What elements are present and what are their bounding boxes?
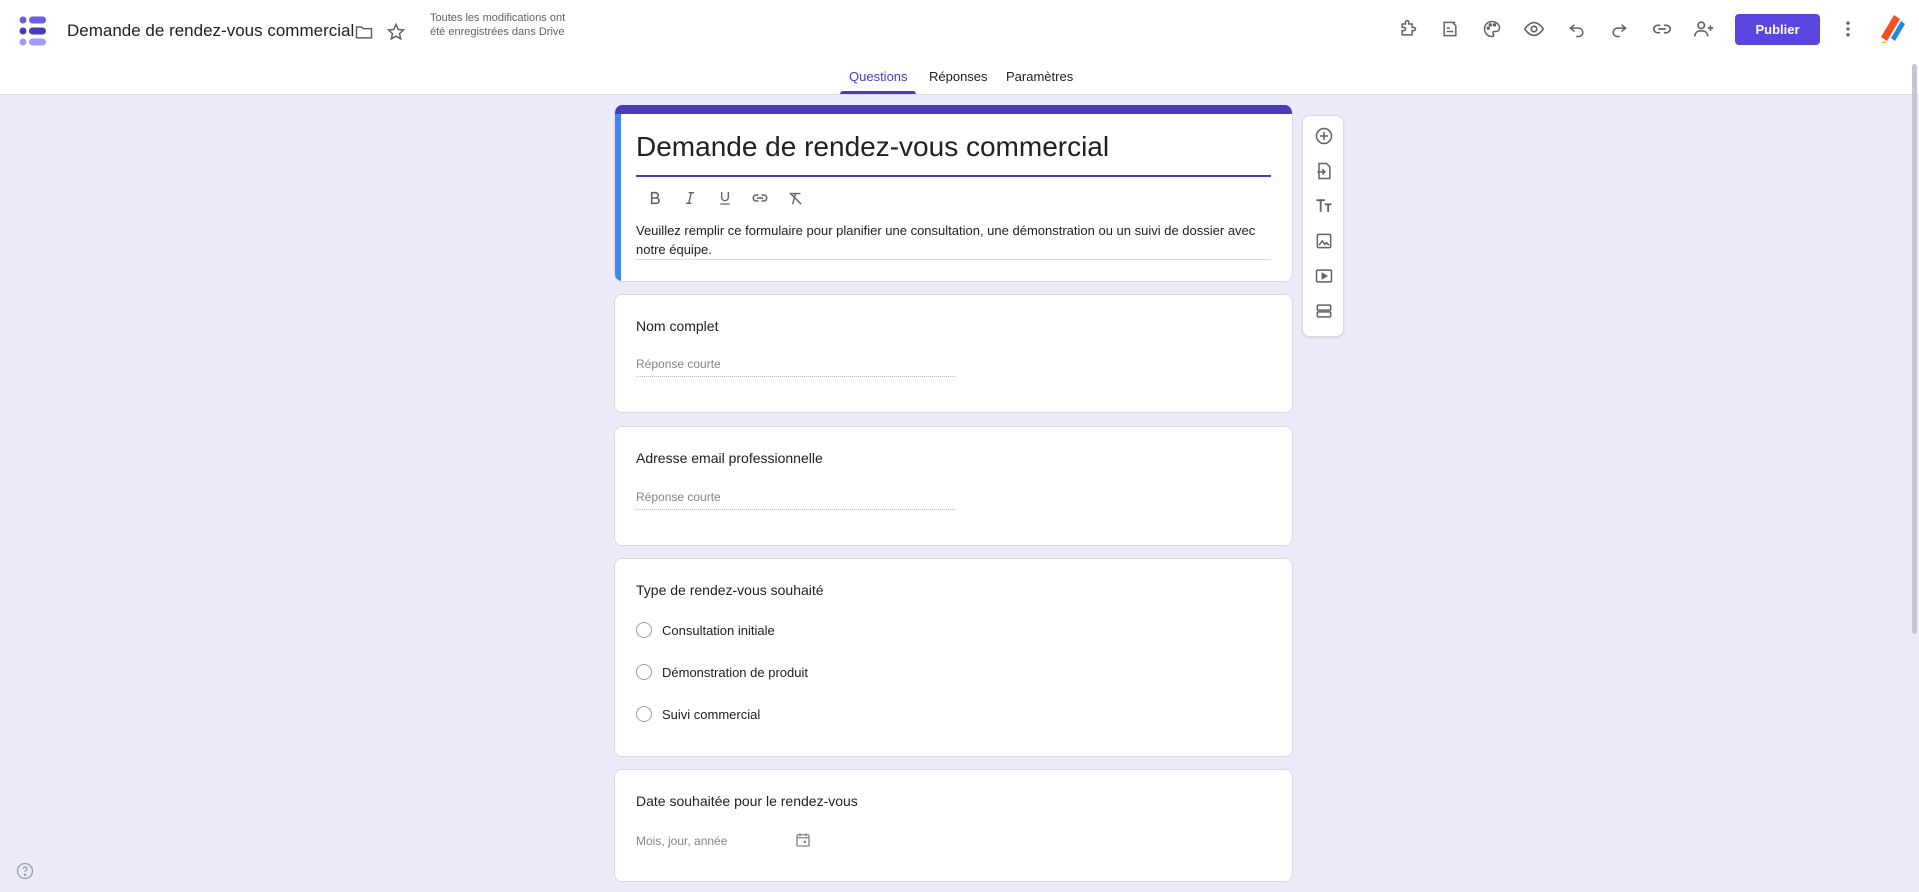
tab-settings[interactable]: Paramètres: [1006, 69, 1073, 95]
question-title[interactable]: Type de rendez-vous souhaité: [636, 582, 824, 598]
underline-icon[interactable]: [712, 185, 738, 211]
ai-summary-icon[interactable]: [1436, 15, 1464, 43]
add-question-icon[interactable]: [1310, 122, 1338, 150]
question-card[interactable]: Date souhaitée pour le rendez-vous Mois,…: [614, 769, 1293, 882]
radio-option-label: Consultation initiale: [662, 622, 775, 638]
palette-icon[interactable]: [1478, 15, 1506, 43]
italic-icon[interactable]: [677, 185, 703, 211]
bold-icon[interactable]: [642, 185, 668, 211]
radio-option[interactable]: Suivi commercial: [636, 704, 760, 724]
title-underline: [636, 175, 1271, 177]
tab-bar: Questions Réponses Paramètres: [0, 66, 1919, 95]
date-placeholder: Mois, jour, année: [636, 834, 728, 848]
preview-icon[interactable]: [1520, 15, 1548, 43]
floating-toolbar: [1302, 115, 1344, 337]
calendar-icon: [792, 829, 814, 851]
question-card[interactable]: Adresse email professionnelle Réponse co…: [614, 426, 1293, 546]
short-answer-placeholder: Réponse courte: [636, 490, 955, 510]
question-title[interactable]: Nom complet: [636, 318, 718, 334]
link-icon[interactable]: [1648, 15, 1676, 43]
more-vert-icon[interactable]: [1834, 15, 1862, 43]
help-icon[interactable]: [16, 862, 34, 880]
brand-logo[interactable]: [1878, 14, 1906, 44]
radio-option[interactable]: Démonstration de produit: [636, 662, 808, 682]
question-card[interactable]: Nom complet Réponse courte: [614, 294, 1293, 413]
folder-icon[interactable]: [350, 18, 378, 46]
card-accent-bar: [615, 105, 1292, 114]
add-collaborator-icon[interactable]: [1690, 15, 1718, 43]
add-title-icon[interactable]: [1310, 192, 1338, 220]
radio-button[interactable]: [636, 664, 652, 680]
description-underline: [636, 259, 1271, 260]
link-icon[interactable]: [747, 185, 773, 211]
clear-format-icon[interactable]: [782, 185, 808, 211]
question-title[interactable]: Adresse email professionnelle: [636, 450, 823, 466]
redo-icon[interactable]: [1605, 15, 1633, 43]
star-icon[interactable]: [382, 18, 410, 46]
document-title[interactable]: Demande de rendez-vous commercial: [67, 21, 354, 41]
save-status: Toutes les modifications ont été enregis…: [430, 12, 566, 38]
radio-button[interactable]: [636, 622, 652, 638]
active-tab-indicator: [840, 91, 916, 94]
radio-button[interactable]: [636, 706, 652, 722]
forms-app-logo[interactable]: [18, 14, 48, 48]
question-title[interactable]: Date souhaitée pour le rendez-vous: [636, 793, 858, 809]
form-title-card[interactable]: Demande de rendez-vous commercial Veuill…: [614, 105, 1293, 282]
publish-button[interactable]: Publier: [1735, 14, 1820, 45]
radio-option-label: Suivi commercial: [662, 706, 761, 722]
import-questions-icon[interactable]: [1310, 157, 1338, 185]
add-image-icon[interactable]: [1310, 227, 1338, 255]
question-card[interactable]: Type de rendez-vous souhaité Consultatio…: [614, 558, 1293, 757]
radio-option[interactable]: Consultation initiale: [636, 620, 775, 640]
add-video-icon[interactable]: [1310, 262, 1338, 290]
card-focus-bar: [615, 114, 621, 281]
tab-responses[interactable]: Réponses: [929, 69, 988, 95]
addon-icon[interactable]: [1394, 15, 1422, 43]
short-answer-placeholder: Réponse courte: [636, 357, 955, 377]
undo-icon[interactable]: [1563, 15, 1591, 43]
top-header: Demande de rendez-vous commercial Toutes…: [0, 0, 1919, 95]
form-title-input[interactable]: Demande de rendez-vous commercial: [636, 131, 1109, 163]
page-scrollbar[interactable]: [1912, 64, 1917, 634]
form-description[interactable]: Veuillez remplir ce formulaire pour plan…: [636, 221, 1271, 259]
add-section-icon[interactable]: [1310, 297, 1338, 325]
radio-option-label: Démonstration de produit: [662, 664, 808, 680]
